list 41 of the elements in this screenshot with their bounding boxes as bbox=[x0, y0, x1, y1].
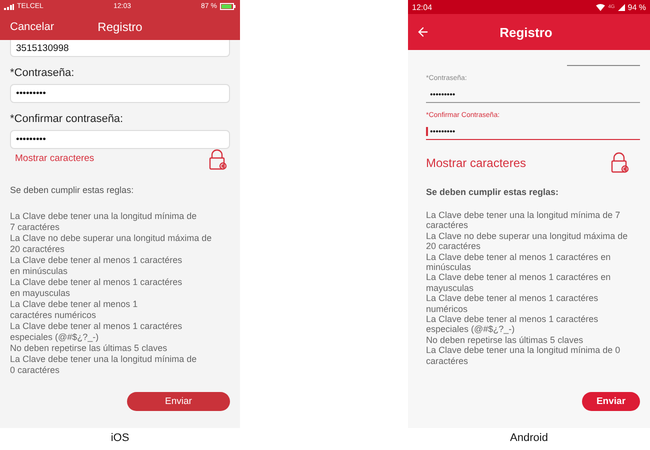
back-button[interactable] bbox=[416, 25, 430, 39]
screen-title: Registro bbox=[498, 24, 554, 40]
rule-text: La Clave debe tener al menos 1 caractéres en minúsculas bbox=[426, 252, 612, 272]
rule-text: La Clave debe tener al menos 1 caractéres en mayusculas bbox=[426, 272, 612, 294]
rule-text: La Clave no debe superar una longitud máxima de 20 caractéres bbox=[10, 233, 213, 255]
screen-title: Registro bbox=[98, 20, 142, 34]
send-button[interactable]: Enviar bbox=[127, 392, 230, 411]
platform-caption: iOS bbox=[110, 432, 130, 444]
signal-icon bbox=[4, 4, 14, 10]
rule-text: La Clave debe tener al menos 1 caractéres especiales (@#$¿?_-) bbox=[426, 314, 600, 335]
show-characters-link[interactable]: Mostrar caracteres bbox=[426, 156, 526, 170]
wifi-icon bbox=[596, 4, 606, 10]
rule-text: No deben repetirse las últimas 5 claves bbox=[10, 343, 168, 354]
rule-text: La Clave debe tener al menos 1 caractéres numéricos bbox=[426, 293, 600, 314]
signal-icon bbox=[618, 4, 625, 10]
field-label: *Contraseña: bbox=[10, 67, 76, 79]
lock-gear-icon bbox=[610, 152, 630, 174]
rule-text: La Clave debe tener al menos 1 caractéres en minúsculas bbox=[10, 255, 184, 277]
rule-text: La Clave debe tener una la longitud mínima de 0 caractéres bbox=[10, 354, 198, 376]
cancel-button[interactable]: Cancelar bbox=[10, 20, 54, 32]
rule-text: La Clave debe tener una la longitud mínima de 7 caractéres bbox=[10, 211, 198, 233]
rule-text: No deben repetirse las últimas 5 claves bbox=[426, 334, 584, 346]
lock-gear-icon bbox=[208, 149, 228, 171]
rule-text: La Clave debe tener al menos 1 caractéres especiales (@#$¿?_-) bbox=[10, 321, 184, 343]
rules-heading: Se deben cumplir estas reglas: bbox=[10, 185, 134, 195]
phone-input-field[interactable]: 3515130998 bbox=[10, 40, 230, 57]
rule-text: La Clave no debe superar una longitud máxima de 20 caractéres bbox=[426, 230, 629, 252]
rules-heading: Se deben cumplir estas reglas: bbox=[426, 187, 559, 197]
rule-text: La Clave debe tener una la longitud mínima de 7 caractéres bbox=[426, 210, 622, 231]
password-input-field[interactable]: ••••••••• bbox=[10, 84, 230, 103]
rule-text: La Clave debe tener al menos 1 caractéres numéricos bbox=[10, 299, 139, 321]
send-button[interactable]: Enviar bbox=[582, 392, 640, 412]
password-input-field[interactable]: ••••••••• bbox=[10, 130, 230, 149]
battery-icon bbox=[220, 3, 236, 10]
field-label: *Confirmar contraseña: bbox=[10, 113, 124, 125]
platform-caption: Android bbox=[510, 432, 548, 444]
rule-text: La Clave debe tener una la longitud mínima de 0 caractéres bbox=[426, 345, 622, 366]
status-time: 12:04 bbox=[412, 2, 432, 12]
rule-text: La Clave debe tener al menos 1 caractéres en mayusculas bbox=[10, 277, 184, 299]
show-characters-link[interactable]: Mostrar caracteres bbox=[15, 153, 94, 164]
battery-percent: 94 % bbox=[628, 2, 646, 12]
